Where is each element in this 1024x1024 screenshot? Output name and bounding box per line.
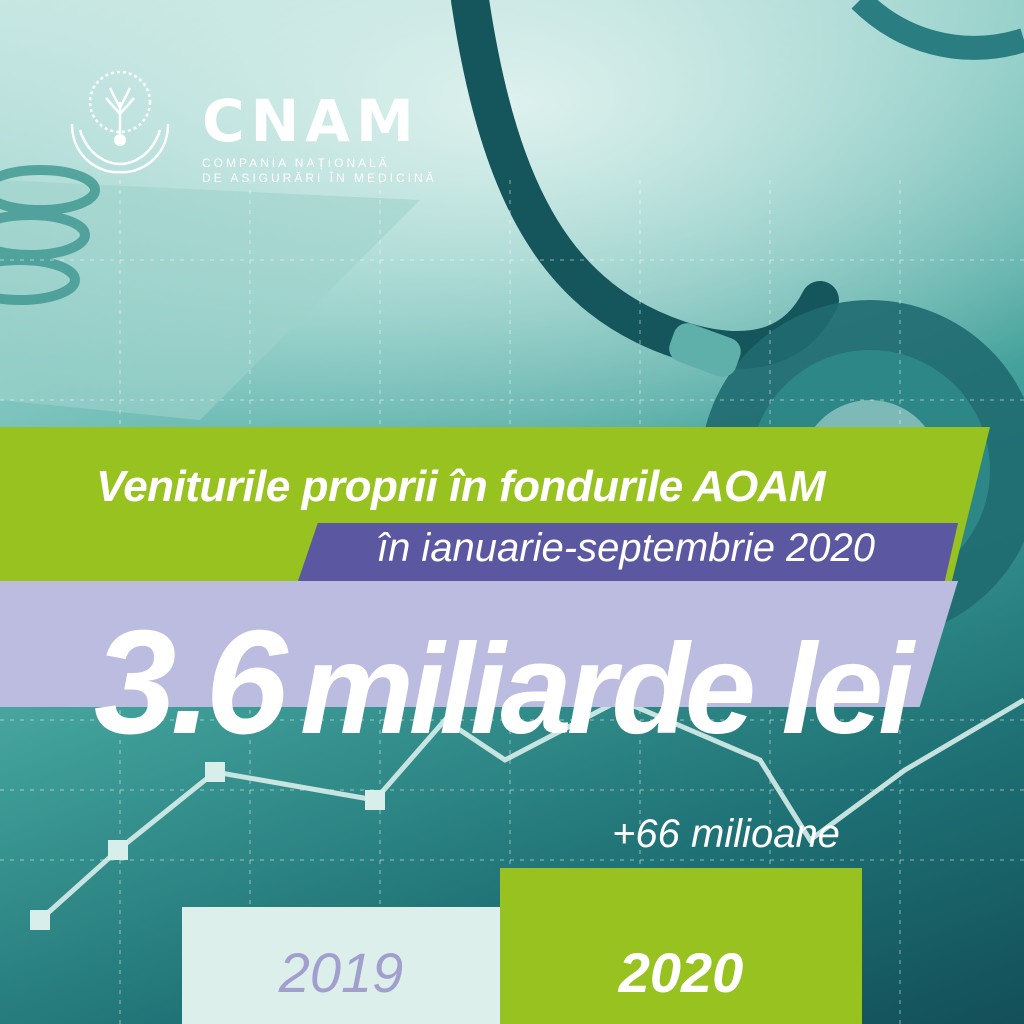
- headline-value: 3.6: [94, 600, 288, 765]
- brand-subtitle-line2: DE ASIGURĂRI ÎN MEDICINĂ: [202, 171, 437, 185]
- increase-label: +66 milioane: [612, 812, 840, 856]
- cnam-logo: CNAM COMPANIA NAȚIONALĂ DE ASIGURĂRI ÎN …: [62, 64, 442, 186]
- brand-subtitle: COMPANIA NAȚIONALĂ DE ASIGURĂRI ÎN MEDIC…: [202, 156, 437, 186]
- bar-label-2019: 2019: [278, 941, 404, 1004]
- tree-in-hands-icon: [70, 70, 170, 174]
- brand-subtitle-line1: COMPANIA NAȚIONALĂ: [202, 156, 390, 170]
- headline-period: în ianuarie-septembrie 2020: [376, 526, 876, 570]
- headline-title: Veniturile proprii în fondurile AOAM: [96, 462, 826, 511]
- infographic: CNAM COMPANIA NAȚIONALĂ DE ASIGURĂRI ÎN …: [0, 0, 1024, 1024]
- headline-unit: miliarde lei: [300, 618, 914, 761]
- brand-name: CNAM: [202, 87, 420, 155]
- bar-label-2020: 2020: [618, 941, 744, 1004]
